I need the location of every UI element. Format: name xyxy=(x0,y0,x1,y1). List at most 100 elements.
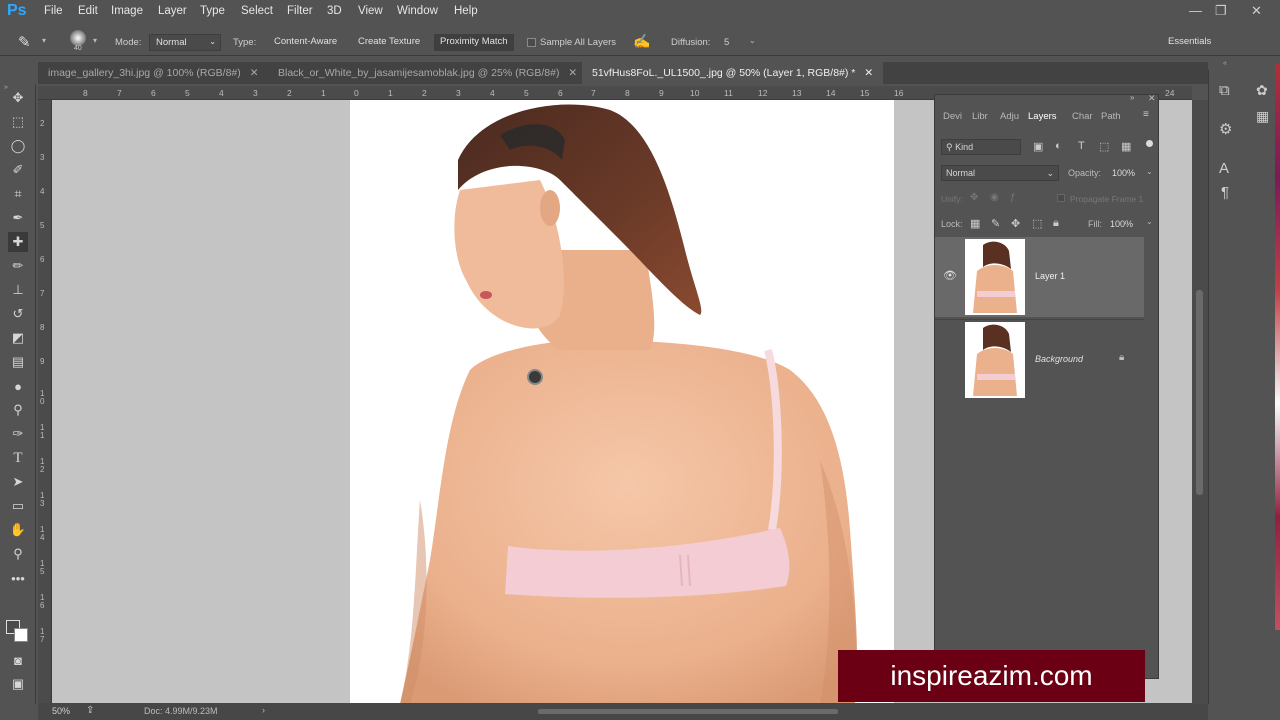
menu-image[interactable]: Image xyxy=(111,5,143,17)
close-tab-icon[interactable]: ✕ xyxy=(864,67,873,79)
tab-device-preview[interactable]: Devi xyxy=(943,111,962,122)
panel-close-icon[interactable]: ✕ xyxy=(1148,93,1156,104)
quick-mask-icon[interactable]: ◙ xyxy=(8,650,28,670)
minimize-button[interactable]: — xyxy=(1189,3,1202,18)
healing-brush-icon[interactable]: ✚ xyxy=(8,232,28,252)
diffusion-value[interactable]: 5 xyxy=(724,37,729,48)
filter-smart-object-icon[interactable]: ▦ xyxy=(1121,140,1131,153)
close-tab-icon[interactable]: ✕ xyxy=(250,67,259,79)
menu-select[interactable]: Select xyxy=(241,5,273,17)
filter-kind-select[interactable]: ⚲ Kind xyxy=(941,139,1021,155)
swatches-panel-icon[interactable]: ▦ xyxy=(1256,108,1269,125)
filter-type-icon[interactable]: T xyxy=(1078,140,1085,152)
history-brush-icon[interactable]: ↺ xyxy=(8,304,28,324)
eyedropper-icon[interactable]: ✒ xyxy=(8,208,28,228)
move-icon[interactable]: ✥ xyxy=(8,88,28,108)
tab-libraries[interactable]: Libr xyxy=(972,111,988,122)
propagate-frame-checkbox[interactable] xyxy=(1057,194,1065,202)
filter-pixel-icon[interactable]: ▣ xyxy=(1033,140,1043,153)
tab-layers[interactable]: Layers xyxy=(1028,111,1057,122)
tab-black-or-white[interactable]: Black_or_White_by_jasamijesamoblak.jpg @… xyxy=(268,62,587,84)
status-menu-icon[interactable]: › xyxy=(262,705,265,715)
opacity-value[interactable]: 100% xyxy=(1112,168,1135,178)
filter-toggle-icon[interactable] xyxy=(1146,140,1153,147)
tab-51vfhus8fol[interactable]: 51vfHus8FoL._UL1500_.jpg @ 50% (Layer 1,… xyxy=(582,62,884,84)
blur-icon[interactable]: ● xyxy=(8,376,28,396)
content-aware-button[interactable]: Content-Aware xyxy=(268,34,343,51)
workspace-select[interactable]: Essentials xyxy=(1162,34,1276,51)
tab-character[interactable]: Char xyxy=(1072,111,1093,122)
clone-stamp-icon[interactable]: ⊥ xyxy=(8,280,28,300)
pen-icon[interactable]: ✑ xyxy=(8,424,28,444)
visibility-eye-icon[interactable] xyxy=(943,352,953,362)
brush-dropdown-icon[interactable]: ▾ xyxy=(93,36,97,45)
vertical-scrollbar[interactable] xyxy=(1196,290,1203,495)
restore-button[interactable]: ❐ xyxy=(1215,3,1227,19)
type-icon[interactable]: T xyxy=(8,448,28,468)
tab-image-gallery[interactable]: image_gallery_3hi.jpg @ 100% (RGB/8#) ✕ xyxy=(38,62,269,84)
create-texture-button[interactable]: Create Texture xyxy=(352,34,426,51)
close-tab-icon[interactable]: ✕ xyxy=(568,67,577,79)
menu-view[interactable]: View xyxy=(358,5,383,17)
menu-edit[interactable]: Edit xyxy=(78,5,98,17)
history-panel-icon[interactable]: ⧉ xyxy=(1219,82,1230,99)
menu-help[interactable]: Help xyxy=(454,5,478,17)
paragraph-panel-icon[interactable]: ¶ xyxy=(1221,184,1229,201)
path-select-icon[interactable]: ➤ xyxy=(8,472,28,492)
menu-type[interactable]: Type xyxy=(200,5,225,17)
background-color-swatch[interactable] xyxy=(14,628,28,642)
vertical-scrollbar-track[interactable] xyxy=(1192,100,1208,704)
close-button[interactable]: ✕ xyxy=(1251,3,1262,19)
document-canvas[interactable] xyxy=(350,100,894,704)
dodge-icon[interactable]: ⚲ xyxy=(8,400,28,420)
panel-collapse-icon[interactable]: » xyxy=(1130,93,1134,102)
share-icon[interactable]: ⇪ xyxy=(86,705,94,716)
eraser-icon[interactable]: ◩ xyxy=(8,328,28,348)
proximity-match-button[interactable]: Proximity Match xyxy=(434,34,514,51)
brush-panel-icon[interactable]: ✿ xyxy=(1256,82,1268,99)
lock-transparent-icon[interactable]: ▦ xyxy=(970,217,980,230)
menu-window[interactable]: Window xyxy=(397,5,438,17)
panel-menu-icon[interactable]: ≡ xyxy=(1143,109,1149,120)
character-panel-icon[interactable]: A xyxy=(1219,160,1229,177)
layer-row-background[interactable]: Background 🔒︎ xyxy=(935,319,1144,399)
hand-icon[interactable]: ✋ xyxy=(8,520,28,540)
filter-shape-icon[interactable]: ⬚ xyxy=(1099,140,1109,153)
menu-filter[interactable]: Filter xyxy=(287,5,313,17)
gradient-icon[interactable]: ▤ xyxy=(8,352,28,372)
fill-value[interactable]: 100% xyxy=(1110,219,1133,229)
preset-dropdown-icon[interactable]: ▾ xyxy=(42,36,46,45)
lock-pixels-icon[interactable]: ✎ xyxy=(991,217,1000,230)
sample-all-layers-checkbox[interactable] xyxy=(527,38,536,47)
horizontal-scrollbar[interactable] xyxy=(538,709,838,714)
blend-mode-select[interactable]: Normal ⌄ xyxy=(941,165,1059,181)
zoom-icon[interactable]: ⚲ xyxy=(8,544,28,564)
healing-brush-preset-icon[interactable]: ✎ xyxy=(18,33,31,51)
more-tools-icon[interactable]: ••• xyxy=(8,568,28,588)
rectangle-icon[interactable]: ▭ xyxy=(8,496,28,516)
brush-icon[interactable]: ✏ xyxy=(8,256,28,276)
lock-position-icon[interactable]: ✥ xyxy=(1011,217,1020,230)
layer-name[interactable]: Layer 1 xyxy=(1035,271,1065,281)
diffusion-dropdown-icon[interactable]: ⌄ xyxy=(749,36,756,45)
crop-icon[interactable]: ⌗ xyxy=(8,184,28,204)
quick-select-icon[interactable]: ✐ xyxy=(8,160,28,180)
opacity-dropdown-icon[interactable]: ⌄ xyxy=(1146,167,1153,176)
lock-artboard-icon[interactable]: ⬚ xyxy=(1032,217,1042,230)
screen-mode-icon[interactable]: ▣ xyxy=(8,674,28,694)
fill-dropdown-icon[interactable]: ⌄ xyxy=(1146,217,1153,226)
filter-adjustment-icon[interactable]: ◐ xyxy=(1055,140,1062,152)
zoom-level[interactable]: 50% xyxy=(52,706,70,716)
layer-name[interactable]: Background xyxy=(1035,354,1083,364)
properties-panel-icon[interactable]: ⚙ xyxy=(1219,120,1232,138)
tab-adjustments[interactable]: Adju xyxy=(1000,111,1019,122)
lock-all-icon[interactable]: 🔒︎ xyxy=(1053,217,1059,230)
lasso-icon[interactable]: ◯ xyxy=(8,136,28,156)
menu-layer[interactable]: Layer xyxy=(158,5,187,17)
marquee-icon[interactable]: ⬚ xyxy=(8,112,28,132)
pressure-size-icon[interactable]: ✍ xyxy=(633,33,650,50)
layer-row-layer-1[interactable]: 👁︎ Layer 1 xyxy=(935,237,1144,317)
brush-tip-icon[interactable] xyxy=(70,30,86,46)
menu-file[interactable]: File xyxy=(44,5,63,17)
tab-paths[interactable]: Path xyxy=(1101,111,1121,122)
